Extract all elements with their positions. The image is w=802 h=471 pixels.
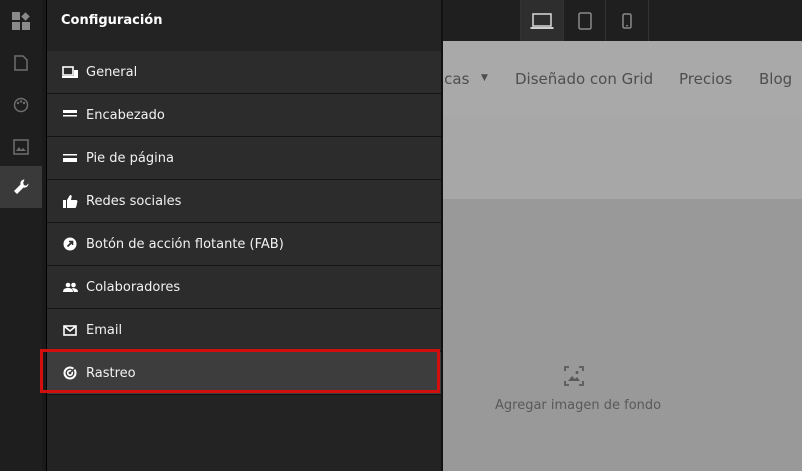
icon-rail: [0, 0, 42, 471]
menu-item-pie-de-pagina[interactable]: Pie de página: [47, 137, 441, 180]
menu-item-colaboradores[interactable]: Colaboradores: [47, 266, 441, 309]
rail-blocks-button[interactable]: [0, 0, 42, 42]
device-mobile-button[interactable]: [605, 0, 649, 41]
nav-link-precios[interactable]: Precios: [679, 70, 732, 88]
menu-item-rastreo[interactable]: Rastreo: [47, 352, 441, 395]
laptop-icon: [530, 12, 554, 29]
caret-down-icon: ▼: [481, 73, 488, 83]
devices-icon: [62, 64, 78, 80]
panel-title: Configuración: [47, 0, 441, 40]
thumbs-up-icon: [62, 193, 78, 209]
nav-link-partial[interactable]: icas: [441, 70, 469, 88]
tracking-icon: [62, 365, 78, 381]
device-tablet-button[interactable]: [563, 0, 606, 41]
nav-link-grid[interactable]: Diseñado con Grid: [515, 70, 653, 88]
header-icon: [62, 107, 78, 123]
menu-item-email[interactable]: Email: [47, 309, 441, 352]
settings-menu: General Encabezado Pie de página Redes s…: [47, 51, 441, 395]
tablet-icon: [578, 11, 592, 30]
site-navbar: icas ▼ Diseñado con Grid Precios Blog: [441, 41, 802, 117]
hero-top-band: [441, 117, 802, 199]
menu-item-fab[interactable]: Botón de acción flotante (FAB): [47, 223, 441, 266]
panel-title-text: Configuración: [61, 12, 163, 28]
add-image-icon[interactable]: [563, 365, 585, 387]
palette-icon: [13, 97, 29, 113]
menu-item-label: Redes sociales: [86, 193, 182, 209]
menu-item-label: Rastreo: [86, 365, 136, 381]
menu-item-label: Colaboradores: [86, 279, 181, 295]
image-icon: [13, 139, 29, 155]
menu-item-label: General: [86, 64, 138, 80]
menu-item-label: Pie de página: [86, 150, 174, 166]
fab-icon: [62, 236, 78, 252]
menu-item-label: Encabezado: [86, 107, 165, 123]
blocks-icon: [12, 12, 30, 30]
footer-icon: [62, 150, 78, 166]
menu-item-encabezado[interactable]: Encabezado: [47, 94, 441, 137]
rail-pages-button[interactable]: [0, 42, 42, 84]
phone-icon: [622, 12, 632, 29]
rail-design-button[interactable]: [0, 84, 42, 126]
nav-link-blog[interactable]: Blog: [759, 70, 792, 88]
mail-icon: [62, 322, 78, 338]
menu-item-label: Email: [86, 322, 123, 338]
settings-panel: Configuración General Encabezado Pie de …: [46, 0, 443, 471]
page-icon: [14, 55, 28, 71]
menu-item-redes-sociales[interactable]: Redes sociales: [47, 180, 441, 223]
device-desktop-button[interactable]: [520, 0, 563, 41]
rail-settings-button[interactable]: [0, 166, 42, 208]
add-background-label[interactable]: Agregar imagen de fondo: [495, 398, 661, 413]
wrench-icon: [14, 179, 29, 194]
menu-item-general[interactable]: General: [47, 51, 441, 94]
device-toolbar: [441, 0, 802, 41]
menu-item-label: Botón de acción flotante (FAB): [86, 236, 284, 252]
people-icon: [62, 279, 78, 295]
rail-media-button[interactable]: [0, 126, 42, 168]
hero-section[interactable]: Agregar imagen de fondo: [441, 199, 802, 471]
site-preview: icas ▼ Diseñado con Grid Precios Blog Ag…: [441, 41, 802, 471]
